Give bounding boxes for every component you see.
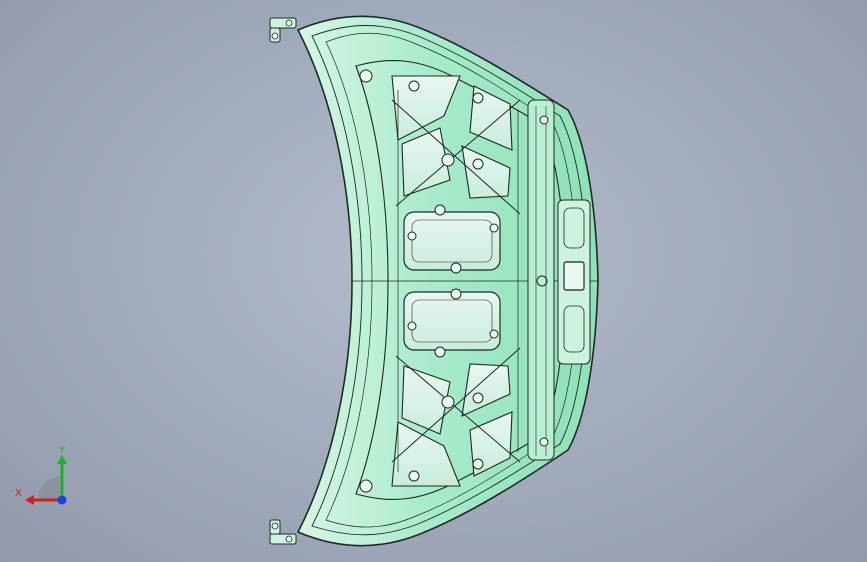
latch-reinforcement-channel	[527, 99, 555, 461]
triad-arrow-y	[57, 455, 67, 464]
pocket-center-lower	[403, 291, 501, 351]
reference-triad: Y X	[15, 445, 67, 505]
pocket-center-upper	[403, 211, 501, 271]
hood-inner-panel-model[interactable]	[0, 0, 867, 562]
triad-arrow-x	[25, 495, 34, 505]
graphics-viewport[interactable]: Y X	[0, 0, 867, 562]
hinge-top	[269, 17, 297, 43]
triad-label-x: X	[15, 488, 22, 499]
hinge-bottom	[269, 519, 297, 545]
triad-sector	[38, 476, 62, 500]
triad-axis-z	[57, 495, 67, 505]
triad-label-y: Y	[58, 445, 66, 456]
latch-slot	[563, 261, 585, 291]
